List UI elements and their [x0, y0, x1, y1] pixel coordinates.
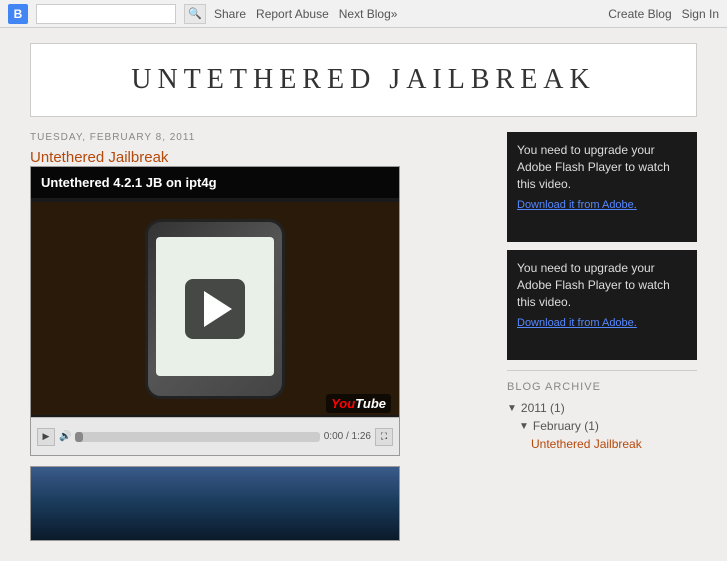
video-player: Untethered 4.2.1 JB on ipt4g YouTube [30, 166, 400, 456]
blog-archive-section: BLOG ARCHIVE ▼ 2011 (1) ▼ February (1) U… [507, 381, 697, 451]
video-controls: ▶ 🔊 0:00 / 1:26 ⛶ [31, 417, 399, 455]
time-display: 0:00 / 1:26 [324, 431, 371, 442]
flash-notice-2: You need to upgrade your Adobe Flash Pla… [507, 250, 697, 360]
post-date: TUESDAY, FEBRUARY 8, 2011 [30, 132, 492, 143]
play-pause-button[interactable]: ▶ [37, 428, 55, 446]
share-link[interactable]: Share [214, 7, 246, 21]
progress-fill [75, 432, 82, 442]
flash-notice-text-2: You need to upgrade your Adobe Flash Pla… [517, 260, 687, 310]
flash-download-link-1[interactable]: Download it from Adobe. [517, 198, 687, 213]
report-abuse-link[interactable]: Report Abuse [256, 7, 329, 21]
topbar-right: Create Blog Sign In [608, 7, 719, 21]
sidebar-divider [507, 370, 697, 371]
progress-bar[interactable] [75, 432, 319, 442]
search-input[interactable] [36, 4, 176, 24]
youtube-logo: YouTube [326, 394, 391, 413]
blogger-logo: B [8, 4, 28, 24]
play-button[interactable] [185, 279, 245, 339]
youtube-icon: You [331, 396, 355, 411]
page-wrapper: UNTETHERED JAILBREAK TUESDAY, FEBRUARY 8… [0, 43, 727, 561]
sidebar: You need to upgrade your Adobe Flash Pla… [507, 132, 697, 541]
blog-header: UNTETHERED JAILBREAK [30, 43, 697, 117]
post-thumbnail [30, 466, 400, 541]
archive-year-label: 2011 (1) [521, 401, 565, 415]
video-title: Untethered 4.2.1 JB on ipt4g [31, 167, 399, 198]
main-column: TUESDAY, FEBRUARY 8, 2011 Untethered Jai… [30, 132, 492, 541]
post-title[interactable]: Untethered Jailbreak [30, 149, 168, 166]
search-button[interactable]: 🔍 [184, 4, 206, 24]
flash-notice-1: You need to upgrade your Adobe Flash Pla… [507, 132, 697, 242]
archive-post-link[interactable]: Untethered Jailbreak [531, 437, 697, 451]
archive-title: BLOG ARCHIVE [507, 381, 697, 393]
archive-month-label: February (1) [533, 419, 599, 433]
volume-icon: 🔊 [59, 431, 71, 442]
topbar-links: Share Report Abuse Next Blog» [214, 7, 397, 21]
topbar: B 🔍 Share Report Abuse Next Blog» Create… [0, 0, 727, 28]
flash-notice-text-1: You need to upgrade your Adobe Flash Pla… [517, 142, 687, 192]
archive-tree: ▼ 2011 (1) ▼ February (1) Untethered Jai… [507, 401, 697, 451]
sign-in-link[interactable]: Sign In [682, 7, 719, 21]
archive-year-2011[interactable]: ▼ 2011 (1) [507, 401, 697, 415]
next-blog-link[interactable]: Next Blog» [339, 7, 398, 21]
year-triangle-icon: ▼ [507, 403, 517, 414]
blog-title: UNTETHERED JAILBREAK [61, 64, 666, 96]
flash-download-link-2[interactable]: Download it from Adobe. [517, 316, 687, 331]
create-blog-link[interactable]: Create Blog [608, 7, 671, 21]
play-triangle-icon [204, 291, 232, 327]
month-triangle-icon: ▼ [519, 421, 529, 432]
content-area: TUESDAY, FEBRUARY 8, 2011 Untethered Jai… [30, 132, 697, 541]
fullscreen-button[interactable]: ⛶ [375, 428, 393, 446]
archive-month-february[interactable]: ▼ February (1) [519, 419, 697, 433]
video-play-area [31, 202, 399, 415]
